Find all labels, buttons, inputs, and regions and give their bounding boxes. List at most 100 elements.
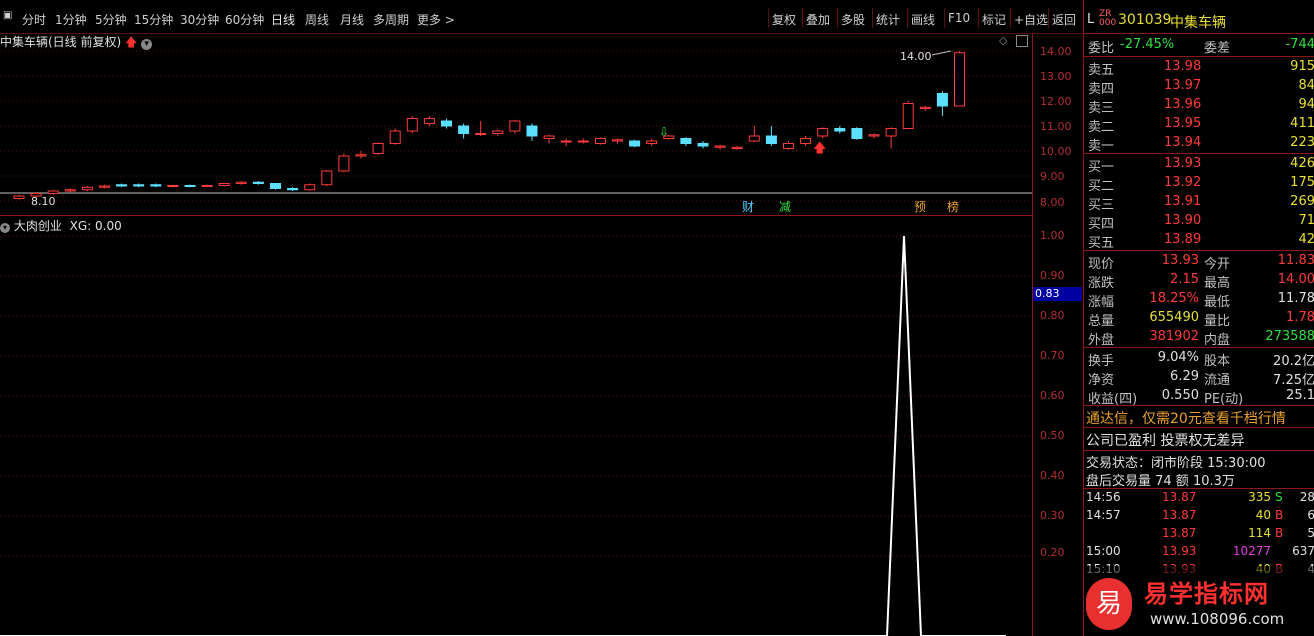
stat-label: 内盘 [1204, 333, 1231, 348]
tool-stats-button[interactable]: 统计 [876, 11, 900, 28]
tool-f10-button[interactable]: F10 [948, 11, 970, 25]
xg-series-line [0, 235, 1006, 636]
stat-value: 273588 [1265, 329, 1314, 344]
indicator-ytick: 0.40 [1040, 469, 1065, 482]
ask-row[interactable]: 卖二 13.95 411 [1084, 116, 1314, 135]
stat-value: 7.25亿 [1273, 373, 1314, 388]
indicator-pane[interactable]: ▾ 大肉创业 XG: 0.00 [0, 216, 1032, 636]
ask-price: 13.98 [1164, 59, 1202, 74]
stat-row: 外盘 381902 内盘 273588 [1084, 329, 1314, 348]
bid-label: 买二 [1088, 179, 1115, 194]
tool-fuquan-button[interactable]: 复权 [772, 11, 796, 28]
stat-value: 20.2亿 [1273, 354, 1314, 369]
candle-body [697, 143, 709, 147]
bid-row[interactable]: 买二 13.92 175 [1084, 175, 1314, 194]
ask-volume: 84 [1298, 78, 1314, 93]
ask-row[interactable]: 卖五 13.98 915 [1084, 59, 1314, 78]
price-chart-pane[interactable]: 中集车辆(日线 前复权) 🡅 ▾ ◇ 14.00 8.10 ⇩ 🡅 财 减 预 … [0, 33, 1032, 216]
marker-yu[interactable]: 预 [914, 200, 926, 214]
watermark: 易 易学指标网 www.108096.com [1084, 566, 1314, 636]
candle-body [321, 170, 333, 186]
marker-bang[interactable]: 榜 [947, 199, 959, 214]
indicator-ytick: 0.70 [1040, 349, 1065, 362]
period-1min[interactable]: 1分钟 [55, 11, 87, 28]
period-5min[interactable]: 5分钟 [95, 11, 127, 28]
weicha-label: 委差 [1204, 41, 1231, 56]
tool-multi-stock-button[interactable]: 多股 [841, 11, 865, 28]
tick-row: 15:00 13.93 10277 637 [1084, 544, 1314, 563]
tick-volume: 10277 [1232, 544, 1271, 558]
trade-status: 交易状态：闭市阶段 15:30:00 [1086, 456, 1266, 471]
stat-value: 0.550 [1161, 388, 1199, 403]
down-arrow-icon: ⇩ [659, 125, 669, 139]
weicha-value: -744 [1285, 37, 1314, 52]
period-toolbar: ▣ 分时 1分钟 5分钟 15分钟 30分钟 60分钟 日线 周线 月线 多周期… [0, 0, 1082, 34]
stat-row: 涨跌 2.15 最高 14.00 [1084, 272, 1314, 291]
candle-body [800, 138, 812, 144]
candle-body [954, 52, 965, 107]
bid-label: 买一 [1088, 160, 1115, 175]
ask-volume: 94 [1298, 97, 1314, 112]
tool-mark-button[interactable]: 标记 [982, 11, 1006, 28]
period-daily[interactable]: 日线 [271, 11, 295, 28]
stock-type-icon: L [1087, 12, 1095, 27]
ask-row[interactable]: 卖四 13.97 84 [1084, 78, 1314, 97]
price-ytick: 11.00 [1040, 120, 1072, 133]
tool-overlay-button[interactable]: 叠加 [806, 11, 830, 28]
price-ytick: 8.00 [1040, 196, 1065, 209]
tool-draw-button[interactable]: 画线 [911, 11, 935, 28]
menu-icon[interactable]: ▣ [3, 10, 12, 21]
period-multi[interactable]: 多周期 [373, 11, 409, 28]
candle-body [765, 135, 777, 144]
low-price-label: 8.10 [31, 195, 56, 208]
stat-row: 现价 13.93 今开 11.83 [1084, 253, 1314, 272]
after-hours-volume: 盘后交易量 74 额 10.3万 [1086, 474, 1235, 489]
candle-body [287, 188, 299, 191]
tick-volume: 335 [1248, 490, 1271, 504]
period-fenshi[interactable]: 分时 [22, 11, 46, 28]
candle-body [646, 140, 658, 144]
period-monthly[interactable]: 月线 [340, 11, 364, 28]
cursor-value-label: 0.83 [1033, 287, 1082, 301]
bid-row[interactable]: 买四 13.90 71 [1084, 213, 1314, 232]
candle-body [748, 135, 760, 142]
tool-add-watchlist-button[interactable]: +自选 [1014, 11, 1048, 28]
period-15min[interactable]: 15分钟 [134, 11, 173, 28]
candle-body [99, 185, 110, 188]
tool-back-button[interactable]: 返回 [1052, 11, 1076, 28]
ask-row[interactable]: 卖三 13.96 94 [1084, 97, 1314, 116]
bid-volume: 42 [1298, 232, 1314, 247]
ask-row[interactable]: 卖一 13.94 223 [1084, 135, 1314, 154]
ask-price: 13.94 [1164, 135, 1202, 150]
indicator-ytick: 0.30 [1040, 509, 1065, 522]
bid-label: 买四 [1088, 217, 1115, 232]
ask-label: 卖二 [1088, 120, 1115, 135]
tick-volume: 40 [1255, 508, 1271, 522]
candle-body [270, 183, 281, 189]
stat-value: 11.78 [1277, 291, 1314, 306]
up-arrow-icon: 🡅 [813, 141, 826, 156]
period-weekly[interactable]: 周线 [305, 11, 329, 28]
candle-body [475, 133, 487, 135]
candle-body [902, 103, 914, 129]
marker-cai[interactable]: 财 [742, 200, 754, 214]
candle-body [526, 125, 538, 137]
ask-volume: 223 [1290, 135, 1314, 150]
stat-label: 量比 [1204, 314, 1231, 329]
candle-body [184, 185, 196, 187]
promo-link[interactable]: 通达信，仅需20元查看千档行情 [1086, 408, 1286, 428]
bid-row[interactable]: 买五 13.89 42 [1084, 232, 1314, 251]
period-more[interactable]: 更多 > [417, 11, 455, 28]
period-30min[interactable]: 30分钟 [180, 11, 219, 28]
weibi-value: -27.45% [1120, 37, 1175, 52]
indicator-ytick: 1.00 [1040, 229, 1065, 242]
bid-row[interactable]: 买一 13.93 426 [1084, 156, 1314, 175]
tick-time: 14:56 [1086, 490, 1121, 504]
bid-row[interactable]: 买三 13.91 269 [1084, 194, 1314, 213]
period-60min[interactable]: 60分钟 [225, 11, 264, 28]
stat-value: 18.25% [1149, 291, 1199, 306]
marker-jian[interactable]: 减 [779, 200, 791, 214]
bid-price: 13.90 [1164, 213, 1202, 228]
tick-price: 13.87 [1162, 526, 1197, 540]
stat-label: 涨跌 [1088, 276, 1115, 291]
